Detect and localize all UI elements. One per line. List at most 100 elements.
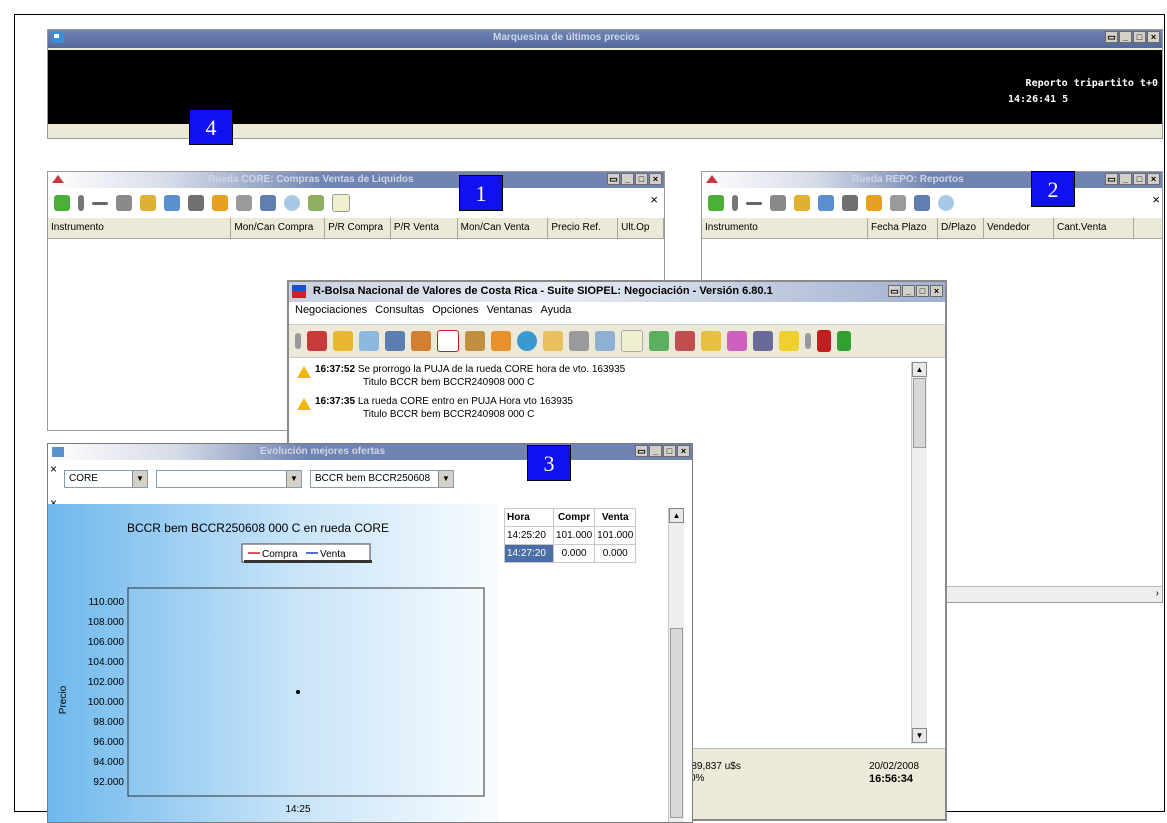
minimize-icon[interactable]: _ (1119, 31, 1132, 43)
offers-titlebar[interactable]: Evolución mejores ofertas ▭ _ □ × (48, 444, 692, 460)
chart-icon[interactable] (260, 195, 276, 211)
menu-consultas[interactable]: Consultas (375, 304, 424, 316)
copy-icon[interactable] (818, 195, 834, 211)
report-icon[interactable] (437, 330, 459, 352)
brush-icon[interactable] (140, 195, 156, 211)
minimize-icon[interactable]: _ (649, 445, 662, 457)
scroll-up-icon[interactable]: ▲ (669, 508, 684, 523)
remove-icon[interactable] (92, 201, 108, 205)
chart-icon[interactable] (914, 195, 930, 211)
scroll-down-icon[interactable]: ▼ (912, 728, 927, 743)
calculator-icon[interactable] (569, 331, 589, 351)
core-col-moncan-compra[interactable]: Mon/Can Compra (231, 218, 326, 238)
scroll-thumb[interactable] (670, 628, 683, 818)
menu-negociaciones[interactable]: Negociaciones (295, 304, 367, 316)
core-close-x[interactable]: × (650, 192, 658, 207)
close-icon[interactable]: × (649, 173, 662, 185)
network-icon[interactable] (649, 331, 669, 351)
edit-icon[interactable] (732, 195, 738, 211)
core-col-ult-op[interactable]: Ult.Op (618, 218, 664, 238)
add-icon[interactable] (54, 195, 70, 211)
chevron-down-icon[interactable]: ▼ (286, 471, 301, 487)
secondary-select[interactable]: ▼ (156, 470, 302, 488)
chevron-down-icon[interactable]: ▼ (132, 471, 147, 487)
remove-icon[interactable] (746, 201, 762, 205)
maximize-icon[interactable]: □ (635, 173, 648, 185)
monitor-icon[interactable] (385, 331, 405, 351)
refresh-icon[interactable] (938, 195, 954, 211)
core-col-precio-ref[interactable]: Precio Ref. (548, 218, 619, 238)
blocks-icon[interactable] (727, 331, 747, 351)
copy-icon[interactable] (164, 195, 180, 211)
col-venta[interactable]: Venta (594, 508, 637, 527)
arrow-down-icon[interactable] (212, 195, 228, 211)
minimize-icon[interactable]: _ (902, 285, 915, 297)
core-col-pr-compra[interactable]: P/R Compra (325, 218, 391, 238)
menu-opciones[interactable]: Opciones (432, 304, 478, 316)
rueda-select[interactable]: CORE ▼ (64, 470, 148, 488)
calendar-icon[interactable] (359, 331, 379, 351)
repo-col-fecha-plazo[interactable]: Fecha Plazo (868, 218, 938, 238)
refresh-icon[interactable] (284, 195, 300, 211)
key-icon[interactable] (701, 331, 721, 351)
table-icon[interactable] (890, 195, 906, 211)
brush-icon[interactable] (794, 195, 810, 211)
flag-icon[interactable] (770, 195, 786, 211)
maximize-icon[interactable]: □ (916, 285, 929, 297)
scroll-thumb[interactable] (913, 378, 926, 448)
document-icon[interactable] (332, 194, 350, 212)
scroll-right-icon[interactable] (805, 333, 811, 349)
minimize-icon[interactable]: _ (1119, 173, 1132, 185)
menu-ayuda[interactable]: Ayuda (540, 304, 571, 316)
core-col-instrumento[interactable]: Instrumento (48, 218, 232, 238)
close-icon[interactable]: × (677, 445, 690, 457)
messages-vscrollbar[interactable]: ▲ ▼ (911, 362, 927, 744)
chevron-down-icon[interactable]: ▼ (438, 471, 453, 487)
star-icon[interactable] (779, 331, 799, 351)
flag-icon[interactable] (116, 195, 132, 211)
close-icon[interactable]: × (1147, 173, 1160, 185)
coins-icon[interactable] (333, 331, 353, 351)
lock-icon[interactable] (543, 331, 563, 351)
marquee-titlebar[interactable]: Marquesina de últimos precios ▭ _ □ × (48, 30, 1162, 48)
restore-icon[interactable]: ▭ (888, 285, 901, 297)
document-icon[interactable] (621, 330, 643, 352)
user-icon[interactable] (675, 331, 695, 351)
repo-titlebar[interactable]: Rueda REPO: Reportos ▭ _ □ × (702, 172, 1162, 188)
table-icon[interactable] (236, 195, 252, 211)
minimize-icon[interactable]: _ (621, 173, 634, 185)
repo-col-vendedor[interactable]: Vendedor (984, 218, 1054, 238)
scroll-left-icon[interactable] (295, 333, 301, 349)
edit-icon[interactable] (78, 195, 84, 211)
instrument-select[interactable]: BCCR bem BCCR250608 ▼ (310, 470, 454, 488)
col-compra[interactable]: Compr (552, 508, 596, 527)
core-col-moncan-venta[interactable]: Mon/Can Venta (458, 218, 549, 238)
col-hora[interactable]: Hora (504, 508, 554, 527)
core-col-pr-venta[interactable]: P/R Venta (391, 218, 458, 238)
exchange-icon[interactable] (307, 331, 327, 351)
main-titlebar[interactable]: R-Bolsa Nacional de Valores de Costa Ric… (289, 282, 945, 302)
add-icon[interactable] (708, 195, 724, 211)
arrow-down-icon[interactable] (866, 195, 882, 211)
menu-ventanas[interactable]: Ventanas (487, 304, 533, 316)
close-icon[interactable]: × (930, 285, 943, 297)
core-titlebar[interactable]: Rueda CORE: Compras Ventas de Liquidos ▭… (48, 172, 664, 188)
restore-icon[interactable]: ▭ (1105, 173, 1118, 185)
export-icon[interactable] (308, 195, 324, 211)
repo-col-cant-venta[interactable]: Cant.Venta (1054, 218, 1134, 238)
close-icon[interactable]: × (1147, 31, 1160, 43)
scroll-up-icon[interactable]: ▲ (912, 362, 927, 377)
offers-vscrollbar[interactable]: ▲ (668, 508, 684, 822)
stop-icon[interactable] (188, 195, 204, 211)
repo-close-x[interactable]: × (1152, 192, 1160, 207)
restore-icon[interactable]: ▭ (635, 445, 648, 457)
repo-col-instrumento[interactable]: Instrumento (702, 218, 868, 238)
filter-close-x[interactable]: × (50, 462, 57, 476)
globe-icon[interactable] (517, 331, 537, 351)
repo-col-dplazo[interactable]: D/Plazo (938, 218, 984, 238)
restore-icon[interactable]: ▭ (607, 173, 620, 185)
table-row[interactable]: 14:25:20 101.000 101.000 (504, 526, 637, 545)
restore-icon[interactable]: ▭ (1105, 31, 1118, 43)
maximize-icon[interactable]: □ (1133, 173, 1146, 185)
stop-icon[interactable] (842, 195, 858, 211)
